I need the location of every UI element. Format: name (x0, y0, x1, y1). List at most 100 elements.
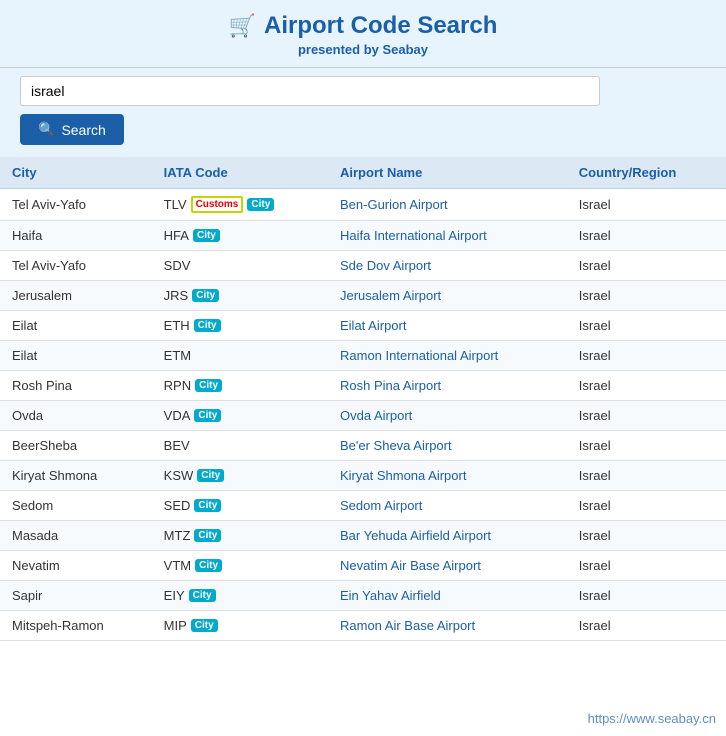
results-table-container: City IATA Code Airport Name Country/Regi… (0, 157, 726, 641)
page-wrapper: 🛒 Airport Code Search presented by Seaba… (0, 0, 726, 736)
airport-link[interactable]: Ramon International Airport (340, 348, 498, 363)
cell-iata: KSWCity (152, 461, 328, 491)
cell-city: Eilat (0, 341, 152, 371)
iata-code: ETH (164, 318, 190, 333)
iata-code: HFA (164, 228, 189, 243)
cell-country: Israel (567, 491, 726, 521)
table-row: EilatETHCityEilat AirportIsrael (0, 311, 726, 341)
app-title: Airport Code Search (264, 12, 497, 40)
airport-link[interactable]: Jerusalem Airport (340, 288, 441, 303)
cell-city: Masada (0, 521, 152, 551)
cell-airport[interactable]: Ramon International Airport (328, 341, 567, 371)
cell-country: Israel (567, 581, 726, 611)
airport-link[interactable]: Nevatim Air Base Airport (340, 558, 481, 573)
cell-iata: MTZCity (152, 521, 328, 551)
airport-link[interactable]: Ovda Airport (340, 408, 412, 423)
table-row: MasadaMTZCity Bar Yehuda Airfield Airport… (0, 521, 726, 551)
city-badge: City (194, 319, 221, 332)
cell-airport[interactable]: Be'er Sheva Airport (328, 431, 567, 461)
cell-airport[interactable]: Nevatim Air Base Airport (328, 551, 567, 581)
brand-name: Seabay (382, 42, 428, 57)
airport-link[interactable]: Sedom Airport (340, 498, 422, 513)
results-table: City IATA Code Airport Name Country/Regi… (0, 157, 726, 641)
cell-country: Israel (567, 189, 726, 221)
cell-country: Israel (567, 371, 726, 401)
cell-airport[interactable]: Ben-Gurion Airport (328, 189, 567, 221)
cell-city: Haifa (0, 221, 152, 251)
cell-country: Israel (567, 341, 726, 371)
cell-country: Israel (567, 311, 726, 341)
customs-badge: Customs (191, 196, 244, 213)
table-row: Tel Aviv-YafoSDVSde Dov AirportIsrael (0, 251, 726, 281)
cell-iata: MIP City (152, 611, 328, 641)
col-airport: Airport Name (328, 157, 567, 189)
iata-code: TLV (164, 197, 187, 212)
cell-city: Mitspeh-Ramon (0, 611, 152, 641)
cell-airport[interactable]: Bar Yehuda Airfield Airport (328, 521, 567, 551)
cell-city: Sapir (0, 581, 152, 611)
cell-airport[interactable]: Kiryat Shmona Airport (328, 461, 567, 491)
iata-code: MIP (164, 618, 187, 633)
cell-airport[interactable]: Rosh Pina Airport (328, 371, 567, 401)
iata-code: KSW (164, 468, 194, 483)
cell-iata: ETM (152, 341, 328, 371)
cell-city: Tel Aviv-Yafo (0, 251, 152, 281)
cell-airport[interactable]: Ovda Airport (328, 401, 567, 431)
search-input[interactable] (20, 76, 600, 106)
cell-iata: BEV (152, 431, 328, 461)
cell-country: Israel (567, 281, 726, 311)
airport-link[interactable]: Rosh Pina Airport (340, 378, 441, 393)
cell-airport[interactable]: Ramon Air Base Airport (328, 611, 567, 641)
airport-link[interactable]: Ramon Air Base Airport (340, 618, 475, 633)
search-button-label: Search (61, 122, 105, 138)
iata-code: BEV (164, 438, 190, 453)
cell-airport[interactable]: Sde Dov Airport (328, 251, 567, 281)
airport-link[interactable]: Kiryat Shmona Airport (340, 468, 466, 483)
search-section: 🔍 Search (0, 68, 726, 157)
subtitle-pre: presented by (298, 42, 383, 57)
cell-country: Israel (567, 461, 726, 491)
cell-iata: SEDCity (152, 491, 328, 521)
cell-iata: SDV (152, 251, 328, 281)
iata-code: JRS (164, 288, 189, 303)
iata-code: VDA (164, 408, 191, 423)
cell-city: Jerusalem (0, 281, 152, 311)
cell-airport[interactable]: Haifa International Airport (328, 221, 567, 251)
airport-link[interactable]: Haifa International Airport (340, 228, 487, 243)
airport-link[interactable]: Ben-Gurion Airport (340, 197, 448, 212)
cart-icon: 🛒 (229, 13, 256, 39)
cell-airport[interactable]: Jerusalem Airport (328, 281, 567, 311)
cell-country: Israel (567, 221, 726, 251)
cell-city: Nevatim (0, 551, 152, 581)
airport-link[interactable]: Sde Dov Airport (340, 258, 431, 273)
city-badge: City (195, 559, 222, 572)
cell-airport[interactable]: Sedom Airport (328, 491, 567, 521)
city-badge: City (194, 409, 221, 422)
cell-country: Israel (567, 431, 726, 461)
airport-link[interactable]: Eilat Airport (340, 318, 406, 333)
airport-link[interactable]: Bar Yehuda Airfield Airport (340, 528, 491, 543)
city-badge: City (197, 469, 224, 482)
cell-airport[interactable]: Eilat Airport (328, 311, 567, 341)
iata-code: EIY (164, 588, 185, 603)
city-badge: City (191, 619, 218, 632)
header-title: 🛒 Airport Code Search (20, 12, 706, 40)
cell-city: Rosh Pina (0, 371, 152, 401)
airport-link[interactable]: Be'er Sheva Airport (340, 438, 452, 453)
table-row: Haifa HFA City Haifa International Airport I… (0, 221, 726, 251)
table-header-row: City IATA Code Airport Name Country/Regi… (0, 157, 726, 189)
cell-city: Tel Aviv-Yafo (0, 189, 152, 221)
search-button[interactable]: 🔍 Search (20, 114, 124, 145)
table-row: Tel Aviv-Yafo TLV CustomsCity Ben-Gurion Ai… (0, 189, 726, 221)
airport-link[interactable]: Ein Yahav Airfield (340, 588, 441, 603)
table-row: SapirEIYCityEin Yahav AirfieldIsrael (0, 581, 726, 611)
cell-iata: ETH City (152, 311, 328, 341)
col-iata: IATA Code (152, 157, 328, 189)
city-badge: City (247, 198, 274, 211)
header: 🛒 Airport Code Search presented by Seaba… (0, 0, 726, 68)
cell-iata: HFA City (152, 221, 328, 251)
cell-airport[interactable]: Ein Yahav Airfield (328, 581, 567, 611)
header-subtitle: presented by Seabay (20, 42, 706, 57)
city-badge: City (193, 229, 220, 242)
cell-city: BeerSheba (0, 431, 152, 461)
